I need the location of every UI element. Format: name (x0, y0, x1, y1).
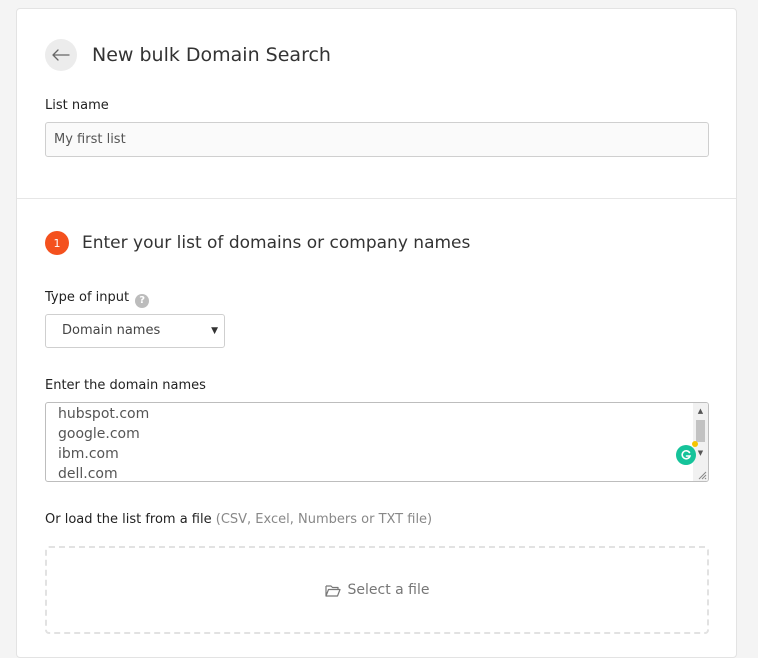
list-name-input[interactable]: My first list (45, 122, 709, 157)
page-header: New bulk Domain Search (45, 39, 331, 71)
file-upload-hint: (CSV, Excel, Numbers or TXT file) (215, 512, 433, 527)
input-type-label-row: Type of input? (45, 290, 150, 308)
list-name-label: List name (45, 98, 109, 113)
input-type-selected: Domain names (62, 323, 161, 338)
back-button[interactable] (45, 39, 77, 71)
step-heading: 1 Enter your list of domains or company … (45, 231, 470, 255)
domain-line: google.com (58, 426, 140, 442)
domains-label: Enter the domain names (45, 378, 206, 393)
grammarly-status-dot (692, 441, 698, 447)
caret-down-icon: ▼ (211, 326, 218, 336)
domain-line: hubspot.com (58, 406, 150, 422)
input-type-select[interactable]: Domain names ▼ (45, 314, 225, 348)
select-file-label: Select a file (347, 582, 430, 598)
step-number-badge: 1 (45, 231, 69, 255)
bulk-search-card: New bulk Domain Search List name My firs… (16, 8, 737, 658)
section-divider (17, 198, 736, 199)
page-title: New bulk Domain Search (92, 44, 331, 66)
grammarly-icon[interactable] (676, 445, 696, 465)
question-circle-icon[interactable]: ? (135, 293, 150, 308)
scroll-up-icon[interactable]: ▲ (693, 404, 708, 418)
scroll-thumb[interactable] (696, 420, 705, 442)
domains-textarea[interactable]: hubspot.com google.com ibm.com dell.com … (45, 402, 709, 482)
folder-open-icon (324, 584, 341, 597)
domain-line: ibm.com (58, 446, 119, 462)
file-upload-label: Or load the list from a file (45, 512, 212, 527)
step-title: Enter your list of domains or company na… (82, 233, 471, 253)
file-dropzone[interactable]: Select a file (45, 546, 709, 634)
select-file-button[interactable]: Select a file (324, 582, 430, 598)
input-type-label: Type of input (45, 290, 130, 305)
arrow-left-icon (52, 49, 70, 61)
grammarly-g-icon (681, 450, 692, 460)
resize-handle-icon[interactable] (697, 470, 707, 480)
domains-lines: hubspot.com google.com ibm.com dell.com (46, 403, 708, 482)
domain-line: dell.com (58, 466, 118, 482)
file-upload-label-row: Or load the list from a file (CSV, Excel… (45, 512, 432, 527)
